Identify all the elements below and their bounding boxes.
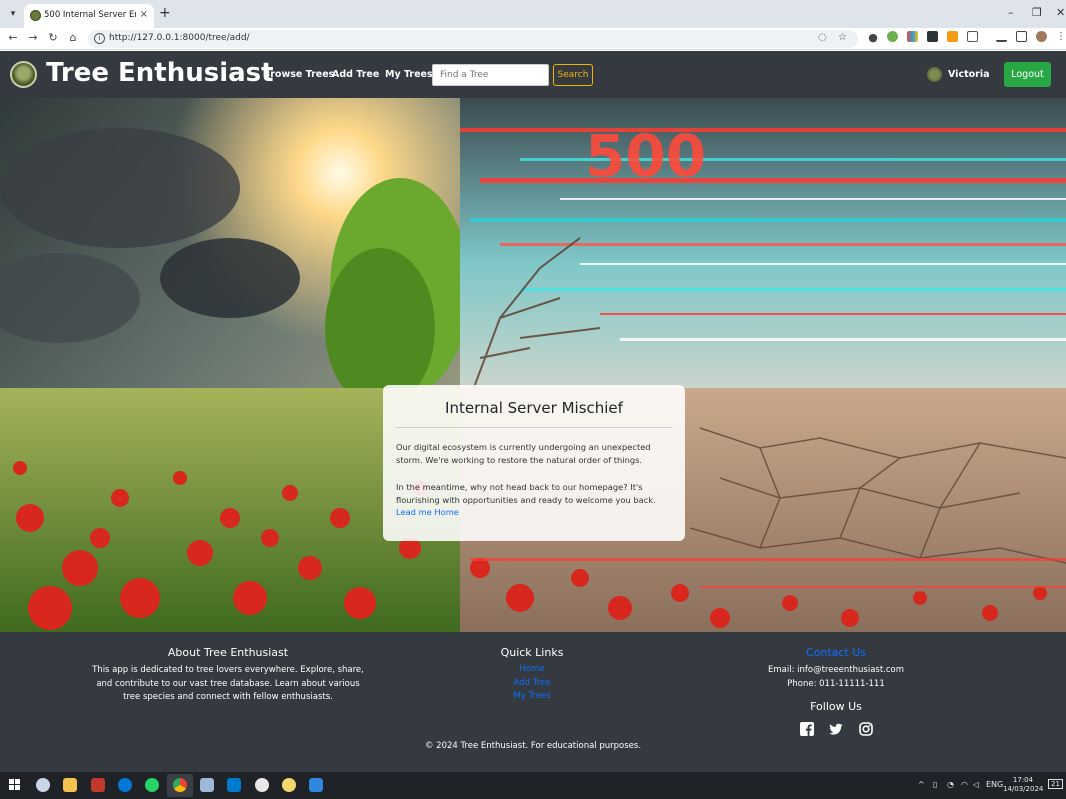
whatsapp-icon[interactable] [145, 778, 159, 792]
tray-network-icon[interactable]: ◔ [947, 780, 954, 789]
extension-icon[interactable] [907, 31, 918, 42]
footer-link-home[interactable]: Home [462, 664, 602, 674]
instagram-icon[interactable] [859, 722, 873, 736]
extension-icon[interactable] [927, 31, 938, 42]
error-message: Our digital ecosystem is currently under… [396, 442, 651, 465]
clock-date: 14/03/2024 [1003, 785, 1044, 793]
error-title: Internal Server Mischief [445, 399, 623, 417]
taskbar-app-icon[interactable] [200, 778, 214, 792]
site-info-icon[interactable]: i [94, 33, 105, 44]
twitter-icon[interactable] [829, 722, 843, 736]
clock-time: 17:04 [1012, 776, 1034, 784]
eye-off-icon[interactable]: ◌ [818, 32, 827, 43]
vscode-icon[interactable] [227, 778, 241, 792]
windows-taskbar: ^ ▯ ◔ ◠ ◁ ENG 17:04 14/03/2024 21 [0, 772, 1066, 799]
tray-battery-icon[interactable]: ▯ [933, 780, 937, 789]
user-name[interactable]: Victoria [948, 69, 990, 80]
home-icon[interactable]: ⌂ [66, 31, 80, 44]
facebook-icon[interactable] [800, 722, 814, 736]
search-input[interactable] [432, 64, 549, 86]
extensions-puzzle-icon[interactable] [967, 31, 978, 42]
tray-volume-icon[interactable]: ◁ [973, 780, 979, 789]
extension-icon[interactable] [887, 31, 898, 42]
search-button[interactable]: Search [553, 64, 593, 86]
extension-icon[interactable] [947, 31, 958, 42]
logout-button[interactable]: Logout [1004, 62, 1051, 87]
taskbar-app-icon[interactable] [91, 778, 105, 792]
nav-link-my-trees[interactable]: My Trees [385, 69, 433, 80]
language-indicator[interactable]: ENG [986, 780, 1003, 789]
address-bar[interactable]: i http://127.0.0.1:8000/tree/add/ ◌ ☆ [88, 30, 858, 48]
restore-icon[interactable]: ❐ [1032, 6, 1042, 19]
contact-phone: Phone: 011-11111-111 [787, 679, 885, 689]
home-link[interactable]: Lead me Home [396, 507, 459, 517]
follow-heading: Follow Us [810, 700, 862, 713]
menu-dots-icon[interactable]: ⋮ [1056, 31, 1066, 42]
mic-icon[interactable]: ● [866, 31, 880, 44]
browser-tab[interactable]: 500 Internal Server Error - Tree Enthusi… [24, 4, 154, 28]
taskbar-app-icon[interactable] [255, 778, 269, 792]
new-tab-button[interactable]: + [159, 5, 171, 21]
notification-badge[interactable]: 21 [1048, 779, 1063, 789]
site-brand[interactable]: Tree Enthusiast [46, 58, 274, 88]
taskbar-app-icon[interactable] [309, 778, 323, 792]
site-navbar: Tree Enthusiast Browse Trees Add Tree My… [0, 51, 1066, 98]
windows-start-icon[interactable] [9, 779, 21, 791]
tab-search-icon[interactable]: ▾ [5, 6, 21, 22]
error-hero: 500 Internal Server Mischief Our digital… [0, 98, 1066, 632]
bookmark-star-icon[interactable]: ☆ [838, 32, 847, 43]
tray-wifi-icon[interactable]: ◠ [961, 780, 968, 789]
nav-link-add-tree[interactable]: Add Tree [332, 69, 379, 80]
tray-chevron-icon[interactable]: ^ [918, 780, 925, 789]
about-heading: About Tree Enthusiast [167, 646, 289, 659]
copyright-text: © 2024 Tree Enthusiast. For educational … [424, 741, 642, 751]
back-icon[interactable]: ← [6, 31, 20, 44]
hero-background-image: 500 [0, 98, 1066, 632]
footer-link-add-tree[interactable]: Add Tree [462, 678, 602, 688]
nav-link-browse-trees[interactable]: Browse Trees [263, 69, 334, 80]
about-text: This app is dedicated to tree lovers eve… [92, 665, 364, 702]
taskbar-app-icon[interactable] [36, 778, 50, 792]
side-panel-icon[interactable] [1016, 31, 1027, 42]
browser-tab-strip: ▾ 500 Internal Server Error - Tree Enthu… [0, 0, 1066, 28]
taskbar-clock[interactable]: 17:04 14/03/2024 [1003, 776, 1043, 794]
tab-title: 500 Internal Server Error - Tree Enthusi… [44, 10, 136, 20]
tab-favicon-icon [30, 10, 41, 21]
url-text: http://127.0.0.1:8000/tree/add/ [109, 33, 250, 43]
card-divider [396, 427, 672, 428]
chrome-icon[interactable] [173, 778, 187, 792]
contact-heading[interactable]: Contact Us [736, 646, 936, 659]
skype-icon[interactable] [118, 778, 132, 792]
quick-links-heading: Quick Links [500, 646, 564, 659]
footer-link-my-trees[interactable]: My Trees [462, 691, 602, 701]
close-window-icon[interactable]: ✕ [1056, 6, 1065, 19]
error-card: Internal Server Mischief Our digital eco… [383, 385, 685, 541]
site-footer: About Tree Enthusiast This app is dedica… [0, 632, 1066, 772]
user-avatar[interactable] [927, 67, 942, 82]
profile-avatar[interactable] [1036, 31, 1047, 42]
glitch-500-text: 500 [585, 122, 706, 190]
contact-email: Email: info@treeenthusiast.com [767, 665, 905, 675]
reload-icon[interactable]: ↻ [46, 31, 60, 44]
file-explorer-icon[interactable] [63, 778, 77, 792]
taskbar-app-icon[interactable] [282, 778, 296, 792]
download-icon[interactable] [996, 31, 1007, 42]
error-suggestion: In the meantime, why not head back to ou… [396, 482, 656, 505]
tree-logo-icon[interactable] [10, 61, 37, 88]
tab-close-icon[interactable]: × [140, 9, 148, 20]
minimize-icon[interactable]: – [1008, 6, 1014, 19]
forward-icon[interactable]: → [26, 31, 40, 44]
